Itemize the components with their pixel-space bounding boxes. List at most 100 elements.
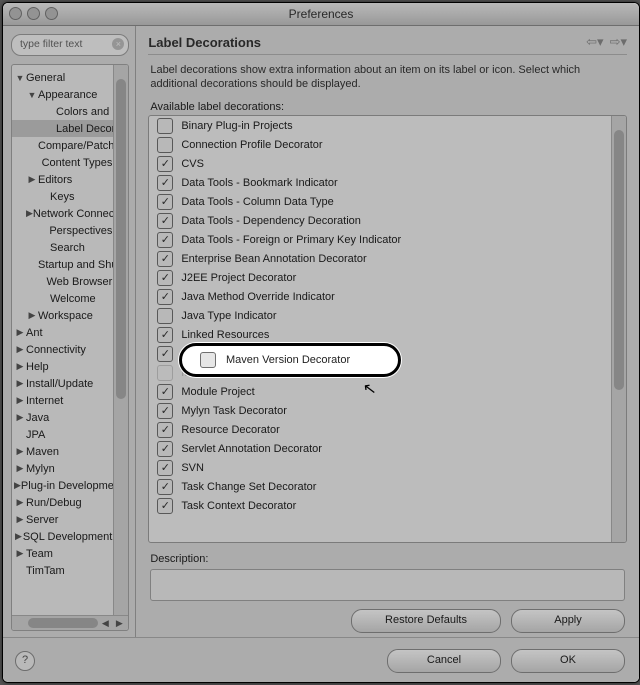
checkbox[interactable]: ✓: [157, 441, 173, 457]
list-item[interactable]: ✓Module Project: [149, 382, 612, 401]
tree-item[interactable]: ▶Network Connections: [12, 205, 114, 222]
list-item[interactable]: ✓Data Tools - Column Data Type: [149, 192, 612, 211]
tree-item[interactable]: ▶Team: [12, 545, 114, 562]
checkbox[interactable]: ✓: [157, 270, 173, 286]
checkbox[interactable]: [157, 118, 173, 134]
tree-item[interactable]: Web Browser: [12, 273, 114, 290]
zoom-icon[interactable]: [45, 7, 58, 20]
checkbox[interactable]: ✓: [157, 422, 173, 438]
cancel-button[interactable]: Cancel: [387, 649, 501, 673]
clear-filter-icon[interactable]: ×: [112, 38, 124, 50]
tree-item[interactable]: ▶Mylyn: [12, 460, 114, 477]
tree-item[interactable]: ▶Server: [12, 511, 114, 528]
checkbox[interactable]: ✓: [157, 289, 173, 305]
scroll-left-icon[interactable]: ◀: [98, 616, 112, 630]
list-item[interactable]: ✓Servlet Annotation Decorator: [149, 439, 612, 458]
list-item[interactable]: ✓SVN: [149, 458, 612, 477]
list-item[interactable]: ✓Data Tools - Dependency Decoration: [149, 211, 612, 230]
checkbox[interactable]: ✓: [157, 327, 173, 343]
tree-item[interactable]: Welcome: [12, 290, 114, 307]
tree-item[interactable]: ▶Ant: [12, 324, 114, 341]
list-item[interactable]: ✓Data Tools - Bookmark Indicator: [149, 173, 612, 192]
chevron-right-icon[interactable]: ▶: [14, 446, 26, 457]
chevron-right-icon[interactable]: ▶: [14, 463, 26, 474]
tree-item[interactable]: Startup and Shutdown: [12, 256, 114, 273]
tree-item[interactable]: ▶Run/Debug: [12, 494, 114, 511]
tree-item[interactable]: Keys: [12, 188, 114, 205]
tree-item[interactable]: ▶Connectivity: [12, 341, 114, 358]
list-item[interactable]: ✓CVS: [149, 154, 612, 173]
tree-item[interactable]: JPA: [12, 426, 114, 443]
maven-version-decorator-callout[interactable]: Maven Version Decorator: [179, 343, 401, 377]
list-item[interactable]: Binary Plug-in Projects: [149, 116, 612, 135]
ok-button[interactable]: OK: [511, 649, 625, 673]
tree-item[interactable]: ▶Editors: [12, 171, 114, 188]
chevron-right-icon[interactable]: ▶: [14, 514, 26, 525]
chevron-right-icon[interactable]: ▶: [14, 344, 26, 355]
nav-back-icon[interactable]: ⇦▾: [586, 34, 603, 50]
list-item[interactable]: ✓Java Method Override Indicator: [149, 287, 612, 306]
list-item[interactable]: Java Type Indicator: [149, 306, 612, 325]
chevron-right-icon[interactable]: ▶: [14, 497, 26, 508]
checkbox[interactable]: ✓: [157, 384, 173, 400]
chevron-right-icon[interactable]: ▶: [14, 480, 21, 491]
list-item[interactable]: ✓Task Context Decorator: [149, 496, 612, 515]
nav-forward-icon[interactable]: ⇨▾: [610, 34, 627, 50]
checkbox[interactable]: ✓: [157, 232, 173, 248]
list-vertical-scrollbar[interactable]: [611, 116, 626, 542]
help-icon[interactable]: ?: [15, 651, 35, 671]
checkbox[interactable]: ✓: [157, 479, 173, 495]
chevron-right-icon[interactable]: ▶: [26, 174, 38, 185]
tree-item[interactable]: ▼Appearance: [12, 86, 114, 103]
chevron-right-icon[interactable]: ▶: [14, 531, 23, 542]
chevron-right-icon[interactable]: ▶: [14, 361, 26, 372]
chevron-right-icon[interactable]: ▶: [26, 310, 38, 321]
list-item[interactable]: ✓Resource Decorator: [149, 420, 612, 439]
checkbox[interactable]: ✓: [157, 346, 173, 362]
list-item[interactable]: ✓J2EE Project Decorator: [149, 268, 612, 287]
checkbox[interactable]: ✓: [157, 194, 173, 210]
checkbox[interactable]: [157, 137, 173, 153]
tree-item[interactable]: Perspectives: [12, 222, 114, 239]
chevron-right-icon[interactable]: ▶: [14, 395, 26, 406]
tree-item[interactable]: ▶Help: [12, 358, 114, 375]
minimize-icon[interactable]: [27, 7, 40, 20]
tree-item[interactable]: ▶SQL Development: [12, 528, 114, 545]
checkbox[interactable]: ✓: [157, 175, 173, 191]
list-item[interactable]: ✓Data Tools - Foreign or Primary Key Ind…: [149, 230, 612, 249]
list-item[interactable]: ✓Enterprise Bean Annotation Decorator: [149, 249, 612, 268]
checkbox[interactable]: ✓: [157, 213, 173, 229]
checkbox[interactable]: ✓: [157, 251, 173, 267]
chevron-right-icon[interactable]: ▶: [14, 327, 26, 338]
list-item[interactable]: ✓Task Change Set Decorator: [149, 477, 612, 496]
chevron-right-icon[interactable]: ▶: [26, 208, 33, 219]
tree-item[interactable]: TimTam: [12, 562, 114, 579]
description-box[interactable]: [150, 569, 625, 601]
tree-item[interactable]: ▶Workspace: [12, 307, 114, 324]
checkbox[interactable]: ✓: [157, 460, 173, 476]
list-item[interactable]: ✓Linked Resources: [149, 325, 612, 344]
checkbox[interactable]: [157, 365, 173, 381]
tree-item[interactable]: Content Types: [12, 154, 114, 171]
tree-item[interactable]: ▼General: [12, 69, 114, 86]
tree-item[interactable]: ▶Install/Update: [12, 375, 114, 392]
tree-item[interactable]: Search: [12, 239, 114, 256]
tree-vertical-scrollbar[interactable]: [113, 65, 128, 616]
list-item[interactable]: Connection Profile Decorator: [149, 135, 612, 154]
apply-button[interactable]: Apply: [511, 609, 625, 633]
chevron-right-icon[interactable]: ▶: [14, 378, 26, 389]
checkbox[interactable]: [157, 308, 173, 324]
restore-defaults-button[interactable]: Restore Defaults: [351, 609, 501, 633]
chevron-down-icon[interactable]: ▼: [14, 73, 26, 83]
titlebar[interactable]: Preferences: [3, 3, 639, 26]
tree-item[interactable]: Label Decorations: [12, 120, 114, 137]
checkbox[interactable]: ✓: [157, 403, 173, 419]
tree-item[interactable]: ▶Plug-in Development: [12, 477, 114, 494]
tree-horizontal-scrollbar[interactable]: ◀▶: [12, 615, 128, 630]
list-item[interactable]: ✓Mylyn Task Decorator: [149, 401, 612, 420]
tree-item[interactable]: Compare/Patch: [12, 137, 114, 154]
filter-input[interactable]: type filter text ×: [11, 34, 129, 56]
tree-item[interactable]: Colors and Fonts: [12, 103, 114, 120]
chevron-right-icon[interactable]: ▶: [14, 548, 26, 559]
checkbox[interactable]: ✓: [157, 498, 173, 514]
